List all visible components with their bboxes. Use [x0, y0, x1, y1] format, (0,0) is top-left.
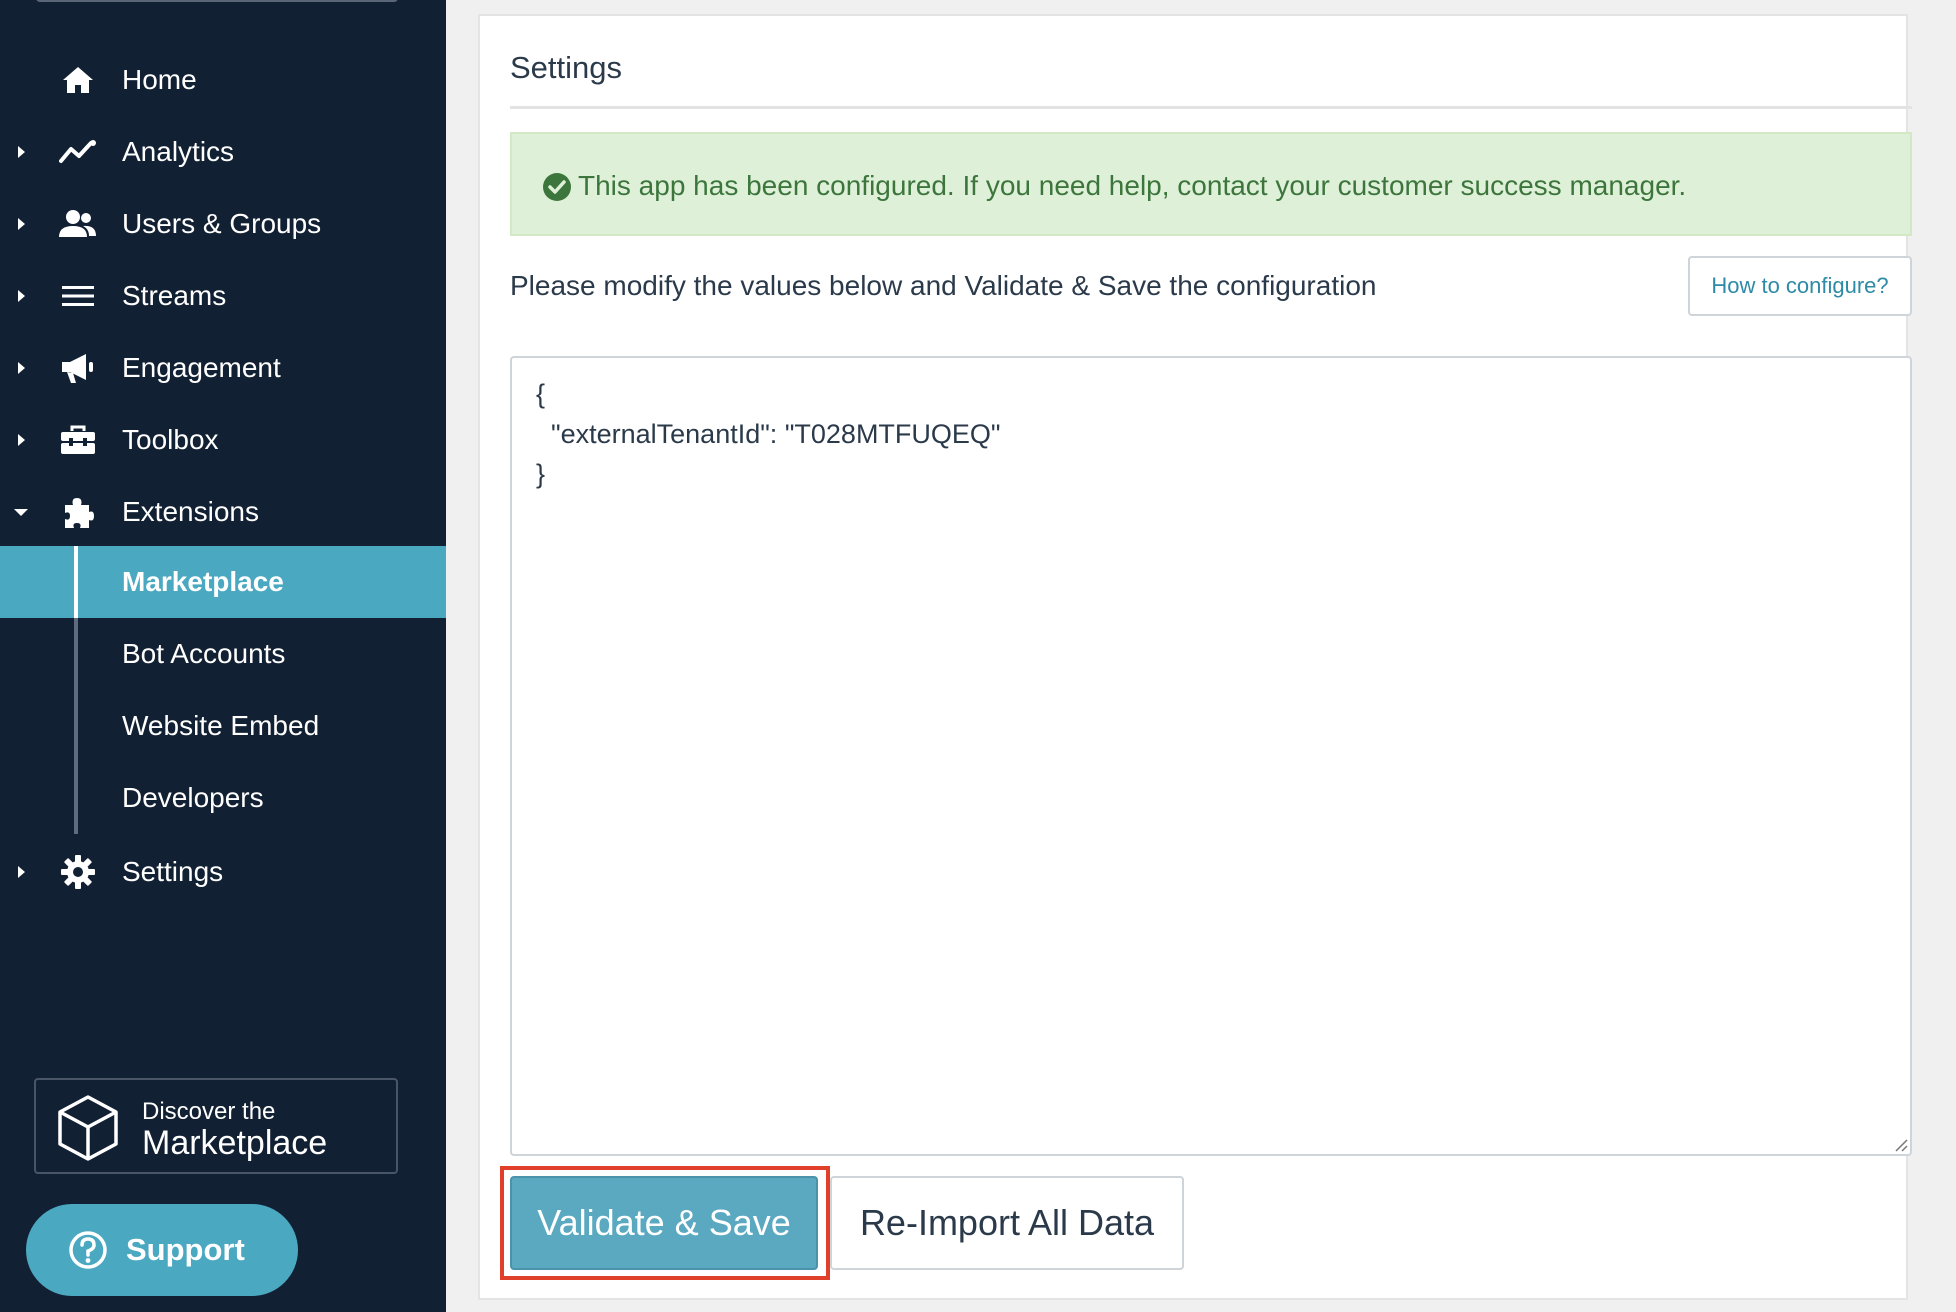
sidebar-subitem-developers[interactable]: Developers — [0, 762, 446, 834]
megaphone-icon — [58, 348, 98, 388]
validate-save-button[interactable]: Validate & Save — [510, 1176, 818, 1270]
sidebar-item-label: Extensions — [122, 496, 259, 527]
sidebar-item-settings[interactable]: Settings — [0, 836, 446, 908]
resize-grip-icon[interactable] — [1892, 1136, 1908, 1152]
chevron-right-icon — [14, 865, 28, 879]
toolbox-icon — [58, 420, 98, 460]
sidebar-item-home[interactable]: Home — [0, 44, 446, 116]
configuration-json-editor[interactable]: { "externalTenantId": "T028MTFUQEQ" } — [510, 356, 1912, 1156]
sidebar-item-extensions[interactable]: Extensions — [0, 476, 446, 548]
page-title: Settings — [510, 50, 623, 85]
success-alert: This app has been configured. If you nee… — [510, 132, 1912, 236]
submenu-rail-active-marker — [74, 546, 78, 618]
help-circle-icon — [68, 1230, 108, 1270]
sidebar-item-label: Toolbox — [122, 424, 219, 455]
chevron-right-icon — [14, 433, 28, 447]
how-to-configure-button[interactable]: How to configure? — [1688, 256, 1912, 316]
sidebar: Home Analytics Users & Groups Streams En… — [0, 0, 446, 1312]
chevron-right-icon — [14, 361, 28, 375]
discover-line2: Marketplace — [142, 1124, 328, 1162]
support-button[interactable]: Support — [26, 1204, 298, 1296]
streams-icon — [58, 276, 98, 316]
sidebar-subitem-label: Website Embed — [122, 710, 320, 741]
sidebar-item-label: Home — [122, 64, 197, 95]
sidebar-item-streams[interactable]: Streams — [0, 260, 446, 332]
support-label: Support — [126, 1232, 245, 1267]
discover-line1: Discover the — [142, 1098, 276, 1125]
settings-panel: Settings This app has been configured. I… — [478, 14, 1912, 1300]
chevron-down-icon — [14, 505, 28, 519]
sidebar-item-label: Streams — [122, 280, 227, 311]
alert-message: This app has been configured. If you nee… — [578, 170, 1687, 201]
sidebar-item-users-groups[interactable]: Users & Groups — [0, 188, 446, 260]
sidebar-item-label: Users & Groups — [122, 208, 322, 239]
reimport-all-data-button[interactable]: Re-Import All Data — [830, 1176, 1184, 1270]
analytics-icon — [58, 132, 98, 172]
sidebar-subitem-marketplace[interactable]: Marketplace — [0, 546, 446, 618]
sidebar-item-engagement[interactable]: Engagement — [0, 332, 446, 404]
cube-icon — [56, 1094, 120, 1162]
sidebar-item-analytics[interactable]: Analytics — [0, 116, 446, 188]
sidebar-search-edge[interactable] — [36, 0, 398, 2]
sidebar-item-label: Analytics — [122, 136, 235, 167]
chevron-right-icon — [14, 289, 28, 303]
gear-icon — [58, 852, 98, 892]
sidebar-item-toolbox[interactable]: Toolbox — [0, 404, 446, 476]
check-circle-icon — [542, 172, 572, 202]
sidebar-item-label: Engagement — [122, 352, 281, 383]
sidebar-subitem-bot-accounts[interactable]: Bot Accounts — [0, 618, 446, 690]
sidebar-item-label: Settings — [122, 856, 224, 887]
users-icon — [58, 204, 98, 244]
sidebar-subitem-label: Bot Accounts — [122, 638, 286, 669]
sidebar-subitem-label: Marketplace — [122, 566, 284, 597]
chevron-right-icon — [14, 217, 28, 231]
sidebar-subitem-label: Developers — [122, 782, 264, 813]
discover-marketplace-banner[interactable]: Discover the Marketplace — [34, 1078, 398, 1174]
puzzle-icon — [58, 492, 98, 532]
title-divider — [510, 106, 1912, 109]
home-icon — [58, 60, 98, 100]
chevron-right-icon — [14, 145, 28, 159]
instructions-text: Please modify the values below and Valid… — [510, 270, 1377, 301]
sidebar-subitem-website-embed[interactable]: Website Embed — [0, 690, 446, 762]
